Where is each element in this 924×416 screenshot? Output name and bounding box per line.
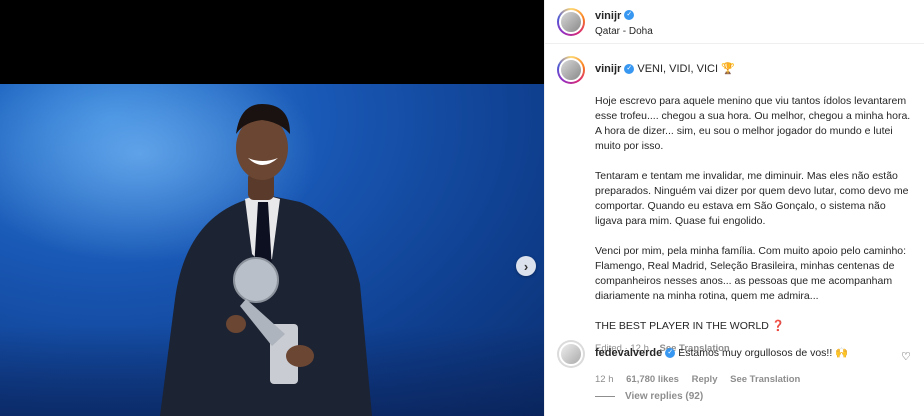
post-caption: vinijr ✓ VENI, VIDI, VICI 🏆 Hoje escrevo … — [545, 44, 924, 354]
post-username[interactable]: vinijr — [595, 10, 621, 22]
caption-title-line: vinijr ✓ VENI, VIDI, VICI 🏆 — [595, 56, 735, 77]
verified-badge-icon: ✓ — [624, 9, 635, 20]
caption-body: Hoje escrevo para aquele menino que viu … — [595, 94, 915, 334]
caption-paragraph: Venci por mim, pela minha família. Com m… — [595, 245, 907, 302]
comment-text: Estamos muy orgullosos de vos!! 🙌 — [678, 347, 849, 359]
comment-time: 12 h — [595, 374, 614, 385]
comment-meta: 12 h 61,780 likes Reply See Translation — [595, 374, 913, 385]
post-header: vinijr ✓ Qatar - Doha — [545, 0, 924, 44]
comment-see-translation[interactable]: See Translation — [730, 374, 800, 385]
heart-icon[interactable]: ♡ — [901, 350, 913, 363]
caption-paragraph: Tentaram e tentam me invalidar, me dimin… — [595, 170, 909, 227]
post-location[interactable]: Qatar - Doha — [595, 26, 653, 37]
caption-username[interactable]: vinijr — [595, 63, 621, 75]
avatar[interactable] — [557, 7, 585, 36]
comment: fedevalverde ✓ Estamos muy orgullosos de … — [557, 340, 913, 385]
verified-badge-icon: ✓ — [665, 348, 676, 359]
caption-paragraph: THE BEST PLAYER IN THE WORLD ❓ — [595, 320, 785, 332]
post-media: › — [0, 0, 544, 416]
caption-title: VENI, VIDI, VICI 🏆 — [637, 63, 735, 75]
divider-line — [595, 396, 615, 397]
chevron-right-icon: › — [523, 258, 529, 274]
next-image-button[interactable]: › — [516, 256, 536, 276]
view-replies-label: View replies (92) — [625, 391, 704, 402]
reply-button[interactable]: Reply — [692, 374, 718, 385]
comment-username[interactable]: fedevalverde — [595, 347, 662, 359]
post-sidebar: vinijr ✓ Qatar - Doha vinijr ✓ VENI, VIDI,… — [544, 0, 924, 416]
avatar[interactable] — [557, 340, 585, 368]
player-figure — [160, 104, 372, 416]
post-photo[interactable]: › — [0, 84, 544, 416]
post-header-text: vinijr ✓ Qatar - Doha — [595, 6, 653, 37]
caption-paragraph: Hoje escrevo para aquele menino que viu … — [595, 95, 911, 152]
view-replies-button[interactable]: View replies (92) — [595, 391, 703, 402]
comment-text-line: fedevalverde ✓ Estamos muy orgullosos de … — [595, 340, 885, 361]
comment-likes[interactable]: 61,780 likes — [626, 374, 679, 385]
avatar[interactable] — [557, 56, 585, 84]
verified-badge-icon: ✓ — [624, 64, 635, 75]
